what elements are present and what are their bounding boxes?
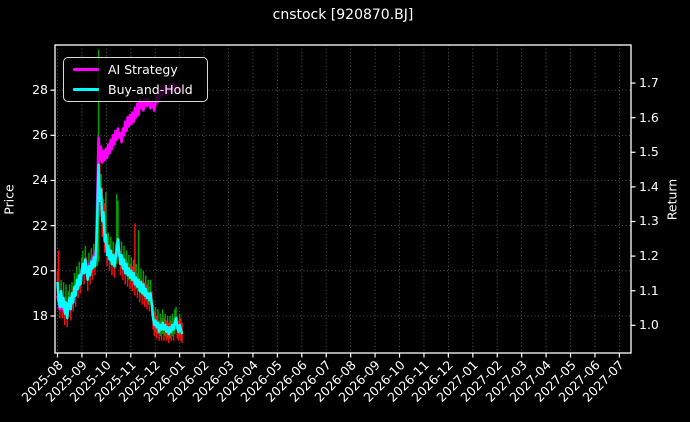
legend-item: Buy-and-Hold: [64, 81, 207, 98]
price-tick-label: 20: [32, 262, 48, 278]
return-tick-label: 1.7: [639, 75, 659, 91]
price-tick-label: 24: [32, 172, 48, 188]
legend: AI Strategy Buy-and-Hold: [63, 57, 208, 102]
return-tick-label: 1.3: [639, 213, 659, 229]
return-tick-label: 1.0: [639, 317, 659, 333]
price-tick-label: 22: [32, 217, 48, 233]
return-tick-label: 1.2: [639, 248, 659, 264]
return-tick-label: 1.1: [639, 282, 659, 298]
legend-label: Buy-and-Hold: [108, 82, 193, 97]
legend-item: AI Strategy: [64, 61, 207, 78]
legend-label: AI Strategy: [108, 62, 178, 77]
return-tick-label: 1.5: [639, 144, 659, 160]
legend-line-swatch: [73, 67, 99, 72]
legend-line-swatch: [73, 87, 99, 92]
buy-and-hold-line: [56, 163, 184, 336]
figure: cnstock [920870.BJ] Price Return 18 20 22 2…: [0, 0, 690, 422]
return-tick-label: 1.4: [639, 178, 659, 194]
price-tick-label: 28: [32, 82, 48, 98]
return-tick-label: 1.6: [639, 109, 659, 125]
price-tick-label: 18: [32, 307, 48, 323]
chart-title: cnstock [920870.BJ]: [272, 7, 414, 23]
price-tick-label: 26: [32, 127, 48, 143]
